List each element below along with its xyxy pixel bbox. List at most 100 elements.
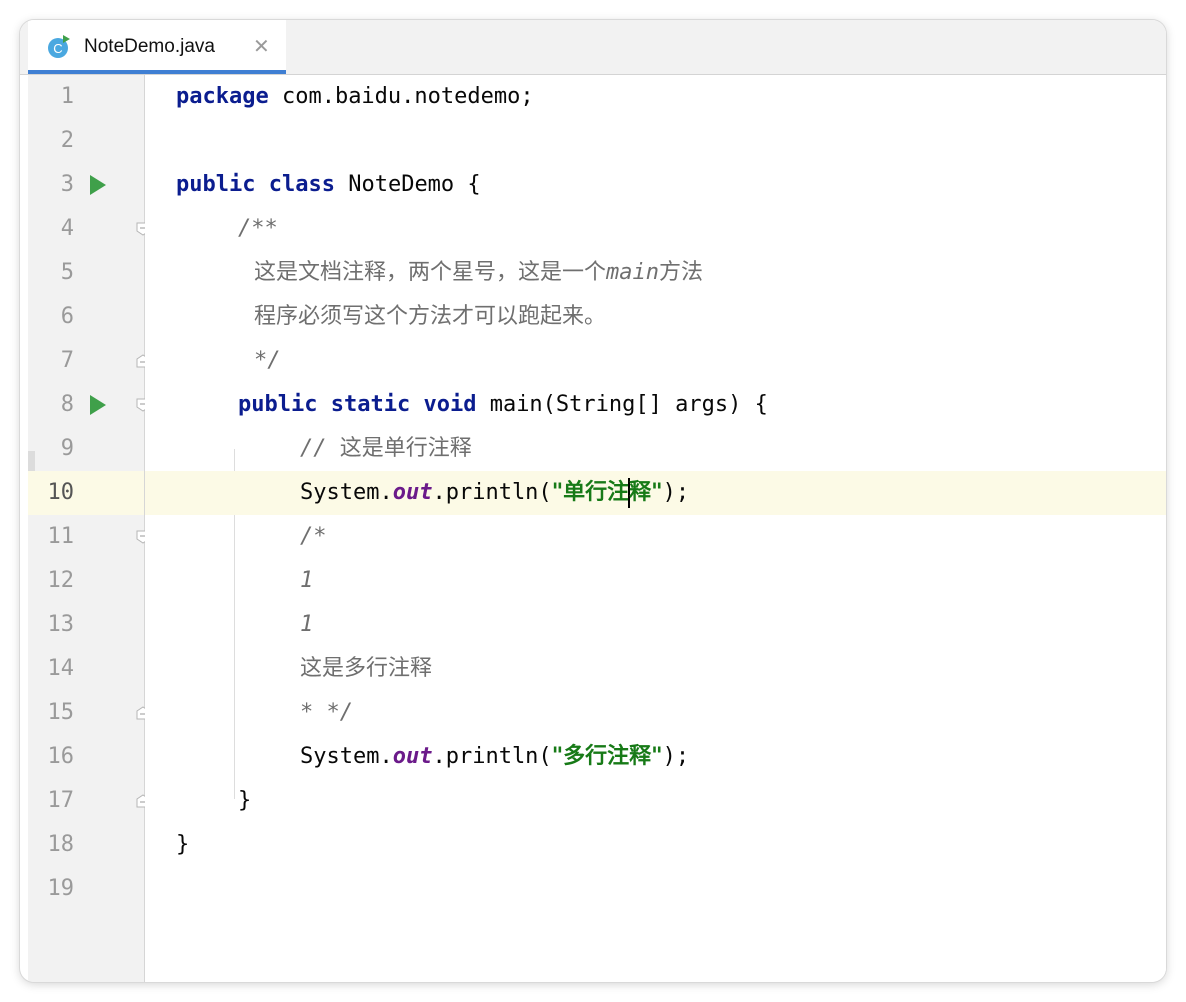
code-line[interactable]: // 这是单行注释 [145,427,1166,471]
java-class-icon: C [48,35,70,58]
tab-label: NoteDemo.java [84,36,215,57]
keyword: class [268,172,335,197]
doc-comment: 程序必须写这个方法才可以跑起来。 [254,304,607,329]
line-number: 16 [47,744,75,769]
block-comment: /* [300,524,327,549]
code-text: System. [300,744,393,769]
code-line[interactable]: } [145,779,1166,823]
code-editor[interactable]: package com.baidu.notedemo; public class… [145,75,1166,982]
gutter-line: 9 [28,427,144,471]
gutter-line: 2 [28,119,144,163]
string-literal: "多行注释" [551,744,663,769]
line-number: 1 [60,84,74,109]
keyword: package [176,84,269,109]
code-line[interactable]: 这是文档注释，两个星号，这是一个main方法 [145,251,1166,295]
code-line[interactable]: 1 [145,559,1166,603]
line-number: 10 [47,480,75,505]
code-line[interactable]: 1 [145,603,1166,647]
svg-text:C: C [53,41,62,56]
line-number: 11 [47,524,75,549]
gutter-line: 12 [28,559,144,603]
line-number: 6 [60,304,74,329]
keyword: public [176,172,256,197]
gutter-line: 5 [28,251,144,295]
code-line-current[interactable]: System.out.println("单行注释"); [145,471,1166,515]
line-comment: 这是单行注释 [339,436,472,461]
gutter-line: 8 [28,383,150,427]
code-line[interactable]: } [145,823,1166,867]
code-text: ); [662,480,690,505]
gutter-line: 6 [28,295,144,339]
gutter-line: 13 [28,603,144,647]
line-number: 4 [60,216,74,241]
doc-comment: /** [238,216,278,241]
code-text: .println( [432,480,552,505]
editor-window: C NoteDemo.java ✕ 1 2 3 4 5 6 7 8 9 10 1… [20,20,1166,982]
doc-comment: main [606,260,659,285]
string-literal: 释" [629,480,663,505]
string-literal: "单行注 [551,480,630,505]
keyword: public [238,392,318,417]
line-number: 14 [47,656,75,681]
code-line[interactable]: public class NoteDemo { [145,163,1166,207]
static-field: out [392,744,433,769]
doc-comment: 方法 [659,260,704,285]
code-line[interactable]: /* [145,515,1166,559]
code-text: System. [300,480,393,505]
tab-bar: C NoteDemo.java ✕ [20,20,1166,75]
line-number: 19 [47,876,75,901]
gutter-line: 18 [28,823,144,867]
line-number: 8 [60,392,74,417]
code-line[interactable]: System.out.println("多行注释"); [145,735,1166,779]
line-number: 7 [60,348,74,373]
static-field: out [392,480,433,505]
code-text: main(String[] args) { [476,392,768,417]
gutter-line: 15 [28,691,150,735]
gutter-line: 14 [28,647,144,691]
code-line[interactable]: /** [145,207,1166,251]
gutter-line: 1 [28,75,144,119]
block-comment: 1 [300,568,314,593]
code-line[interactable]: * */ [145,691,1166,735]
line-number: 9 [60,436,74,461]
line-number: 17 [47,788,75,813]
line-number: 13 [47,612,75,637]
code-line[interactable]: 这是多行注释 [145,647,1166,691]
code-text: NoteDemo { [334,172,481,197]
close-icon[interactable]: ✕ [253,35,270,57]
code-text: .println( [432,744,552,769]
code-line[interactable]: public static void main(String[] args) { [145,383,1166,427]
line-number: 18 [47,832,75,857]
gutter-line: 19 [28,867,144,911]
block-comment: 1 [300,612,314,637]
tab-notedemo-java[interactable]: C NoteDemo.java ✕ [28,20,286,74]
gutter-line: 3 [28,163,144,207]
doc-comment: */ [254,348,281,373]
code-line[interactable]: 程序必须写这个方法才可以跑起来。 [145,295,1166,339]
code-text: } [238,788,252,813]
code-text: com.baidu.notedemo; [268,84,534,109]
block-comment: 这是多行注释 [300,656,433,681]
gutter-line: 16 [28,735,144,779]
code-line[interactable]: */ [145,339,1166,383]
run-icon[interactable] [90,395,106,415]
doc-comment: 这是文档注释，两个星号，这是一个 [254,260,607,285]
code-text: ); [662,744,690,769]
line-number: 3 [60,172,74,197]
line-comment: // [300,436,340,461]
gutter-line: 4 [28,207,150,251]
block-comment: * */ [300,700,353,725]
gutter-line: 7 [28,339,150,383]
gutter-line: 11 [28,515,150,559]
gutter-line: 17 [28,779,150,823]
line-number: 15 [47,700,75,725]
run-icon[interactable] [90,175,106,195]
keyword: void [423,392,477,417]
keyword: static [330,392,411,417]
line-number: 12 [47,568,75,593]
line-gutter: 1 2 3 4 5 6 7 8 9 10 11 12 13 14 15 16 1… [28,75,150,982]
code-line[interactable]: package com.baidu.notedemo; [145,75,1166,119]
code-text: } [176,832,190,857]
line-number: 2 [60,128,74,153]
line-number: 5 [60,260,74,285]
